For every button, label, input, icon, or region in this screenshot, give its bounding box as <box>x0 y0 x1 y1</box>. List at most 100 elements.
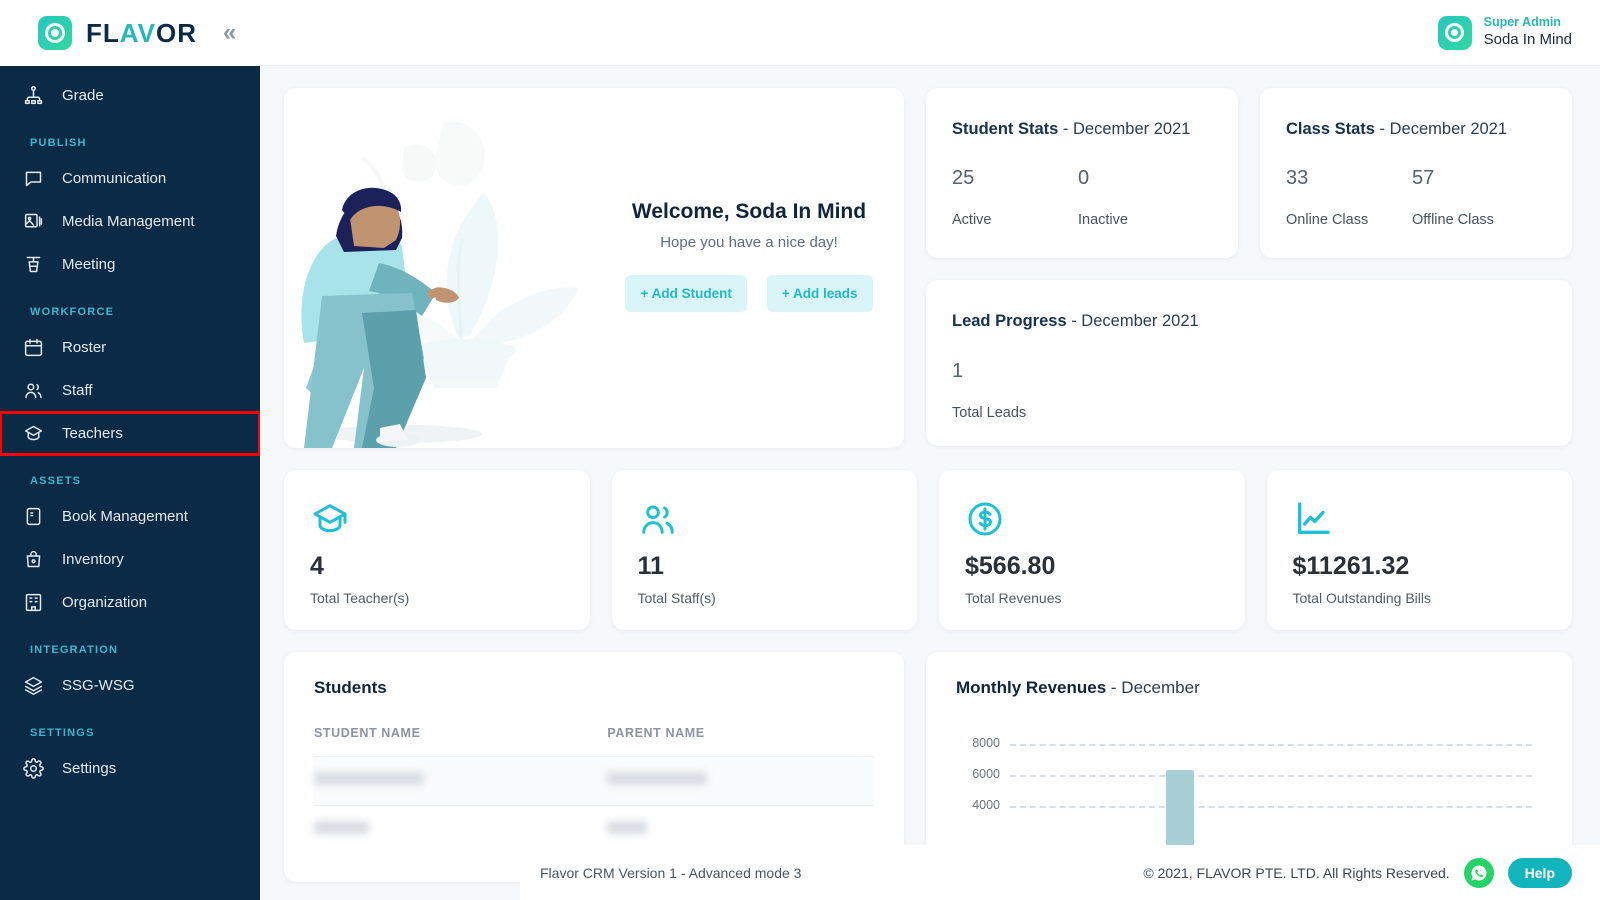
table-header-row: STUDENT NAME PARENT NAME <box>314 726 874 757</box>
graduation-cap-icon <box>310 498 564 540</box>
sidebar-item-inventory[interactable]: Inventory <box>0 538 260 581</box>
user-name: Soda In Mind <box>1483 30 1572 48</box>
metric-offline-class: 57 Offline Class <box>1412 167 1538 228</box>
student-stats-title: Student Stats <box>952 120 1059 138</box>
chart-heading: Monthly Revenues - December <box>956 678 1542 698</box>
graduation-cap-icon <box>22 423 44 445</box>
user-menu[interactable]: Super Admin Soda In Mind <box>1437 15 1572 50</box>
sidebar-item-settings[interactable]: Settings <box>0 747 260 790</box>
sidebar-item-label: Grade <box>62 87 104 104</box>
sidebar-item-organization[interactable]: Organization <box>0 581 260 624</box>
add-student-button[interactable]: + Add Student <box>625 275 747 312</box>
metric-offline-class-value: 57 <box>1412 167 1435 190</box>
sidebar-item-communication[interactable]: Communication <box>0 157 260 200</box>
sidebar-item-ssg-wsg[interactable]: SSG-WSG <box>0 664 260 707</box>
dashboard-content: Welcome, Soda In Mind Hope you have a ni… <box>260 66 1600 900</box>
kpi-card-total-outstanding-bills: $11261.32 Total Outstanding Bills <box>1266 470 1572 630</box>
sidebar-collapse-icon[interactable]: « <box>223 21 236 45</box>
sidebar-item-label: Organization <box>62 594 148 611</box>
sidebar-item-media-management[interactable]: Media Management <box>0 200 260 243</box>
sidebar-section-workforce: WORKFORCE <box>30 306 115 318</box>
sidebar-item-label: Book Management <box>62 508 188 525</box>
sidebar-item-label: Staff <box>62 382 93 399</box>
chart-subtitle: - December <box>1106 678 1200 697</box>
class-stats-metrics: 33 Online Class 57 Offline Class <box>1286 167 1546 228</box>
sidebar-item-grade[interactable]: Grade <box>0 74 260 117</box>
metric-total-leads-value: 1 <box>952 359 964 382</box>
avatar <box>1437 15 1472 50</box>
chart-y-tick: 6000 <box>972 766 1000 781</box>
welcome-illustration <box>301 121 579 448</box>
dashboard-row-top: Welcome, Soda In Mind Hope you have a ni… <box>284 88 1572 448</box>
student-stats-card: Student Stats - December 2021 25 Active … <box>926 88 1238 259</box>
main-area: Super Admin Soda In Mind Welcome, Soda I… <box>260 0 1600 900</box>
metric-online-class-label: Online Class <box>1286 212 1369 229</box>
class-stats-title: Class Stats <box>1286 120 1375 138</box>
sidebar-item-roster[interactable]: Roster <box>0 326 260 369</box>
chart-y-tick: 8000 <box>972 735 1000 750</box>
kpi-value: 4 <box>310 552 324 580</box>
welcome-subtitle: Hope you have a nice day! <box>660 234 838 251</box>
metric-active-value: 25 <box>952 167 975 190</box>
whatsapp-icon[interactable] <box>1463 857 1494 888</box>
chart-title: Monthly Revenues <box>956 678 1107 697</box>
metric-offline-class-label: Offline Class <box>1412 212 1494 229</box>
metric-total-leads-label: Total Leads <box>952 404 1027 421</box>
layers-icon <box>22 675 44 697</box>
kpi-label: Total Outstanding Bills <box>1292 590 1432 606</box>
chart-gridline <box>1010 774 1532 777</box>
sidebar-item-label: Teachers <box>62 425 123 442</box>
sidebar-section-settings: SETTINGS <box>30 727 95 739</box>
lead-progress-metrics: 1 Total Leads <box>952 360 1546 421</box>
metric-total-leads: 1 Total Leads <box>952 360 1078 421</box>
brand-part2: OR <box>155 17 197 48</box>
sidebar-item-staff[interactable]: Staff <box>0 369 260 412</box>
footer-version: Flavor CRM Version 1 - Advanced mode 3 <box>540 864 802 881</box>
sidebar-item-label: SSG-WSG <box>62 677 135 694</box>
dollar-circle-icon <box>965 498 1219 540</box>
kpi-value: 11 <box>637 552 664 580</box>
welcome-title: Welcome, Soda In Mind <box>631 200 867 223</box>
brand-accent: AV <box>119 17 156 48</box>
lead-progress-title: Lead Progress <box>952 312 1067 331</box>
grade-icon <box>22 85 44 107</box>
cell-student-name <box>314 756 608 806</box>
kpi-label: Total Teacher(s) <box>310 590 410 606</box>
brand-part1: FL <box>86 17 120 48</box>
student-stats-metrics: 25 Active 0 Inactive <box>952 167 1212 228</box>
lead-progress-heading: Lead Progress - December 2021 <box>952 310 1546 333</box>
metric-inactive-label: Inactive <box>1078 212 1128 229</box>
sidebar-item-label: Meeting <box>62 256 116 273</box>
sidebar-item-label: Media Management <box>62 213 195 230</box>
welcome-text-block: Welcome, Soda In Mind Hope you have a ni… <box>624 200 874 312</box>
help-button[interactable]: Help <box>1507 857 1572 888</box>
table-row[interactable] <box>314 756 874 806</box>
metric-online-class-value: 33 <box>1286 167 1309 190</box>
sidebar-item-book-management[interactable]: Book Management <box>0 495 260 538</box>
cell-parent-name <box>607 756 874 806</box>
sidebar-item-teachers[interactable]: Teachers <box>0 411 260 456</box>
add-leads-button[interactable]: + Add leads <box>766 275 873 312</box>
sidebar-item-meeting[interactable]: Meeting <box>0 243 260 286</box>
footer-actions: © 2021, FLAVOR PTE. LTD. All Rights Rese… <box>1143 857 1572 888</box>
calendar-icon <box>22 337 44 359</box>
line-chart-icon <box>1293 498 1547 540</box>
column-parent-name: PARENT NAME <box>607 726 705 740</box>
user-role: Super Admin <box>1483 15 1561 30</box>
stats-column: Student Stats - December 2021 25 Active … <box>926 88 1572 448</box>
kpi-card-total-staff-s-: 11 Total Staff(s) <box>611 470 917 630</box>
sidebar-logo-bar: FLAVOR « <box>0 0 260 66</box>
metric-online-class: 33 Online Class <box>1286 167 1412 228</box>
app-root: FLAVOR « Grade PUBLISH Communication Media … <box>0 0 1600 900</box>
kpi-label: Total Revenues <box>965 590 1062 606</box>
podium-icon <box>22 254 44 276</box>
users-icon <box>22 380 44 402</box>
class-stats-heading: Class Stats - December 2021 <box>1286 118 1546 141</box>
sidebar: FLAVOR « Grade PUBLISH Communication Media … <box>0 0 260 900</box>
chart-y-tick: 4000 <box>972 797 1000 812</box>
bag-icon <box>22 549 44 571</box>
footer: Flavor CRM Version 1 - Advanced mode 3 ©… <box>520 845 1600 900</box>
chart-gridline <box>1010 805 1532 808</box>
metric-active: 25 Active <box>952 167 1078 228</box>
class-stats-card: Class Stats - December 2021 33 Online Cl… <box>1260 88 1572 259</box>
